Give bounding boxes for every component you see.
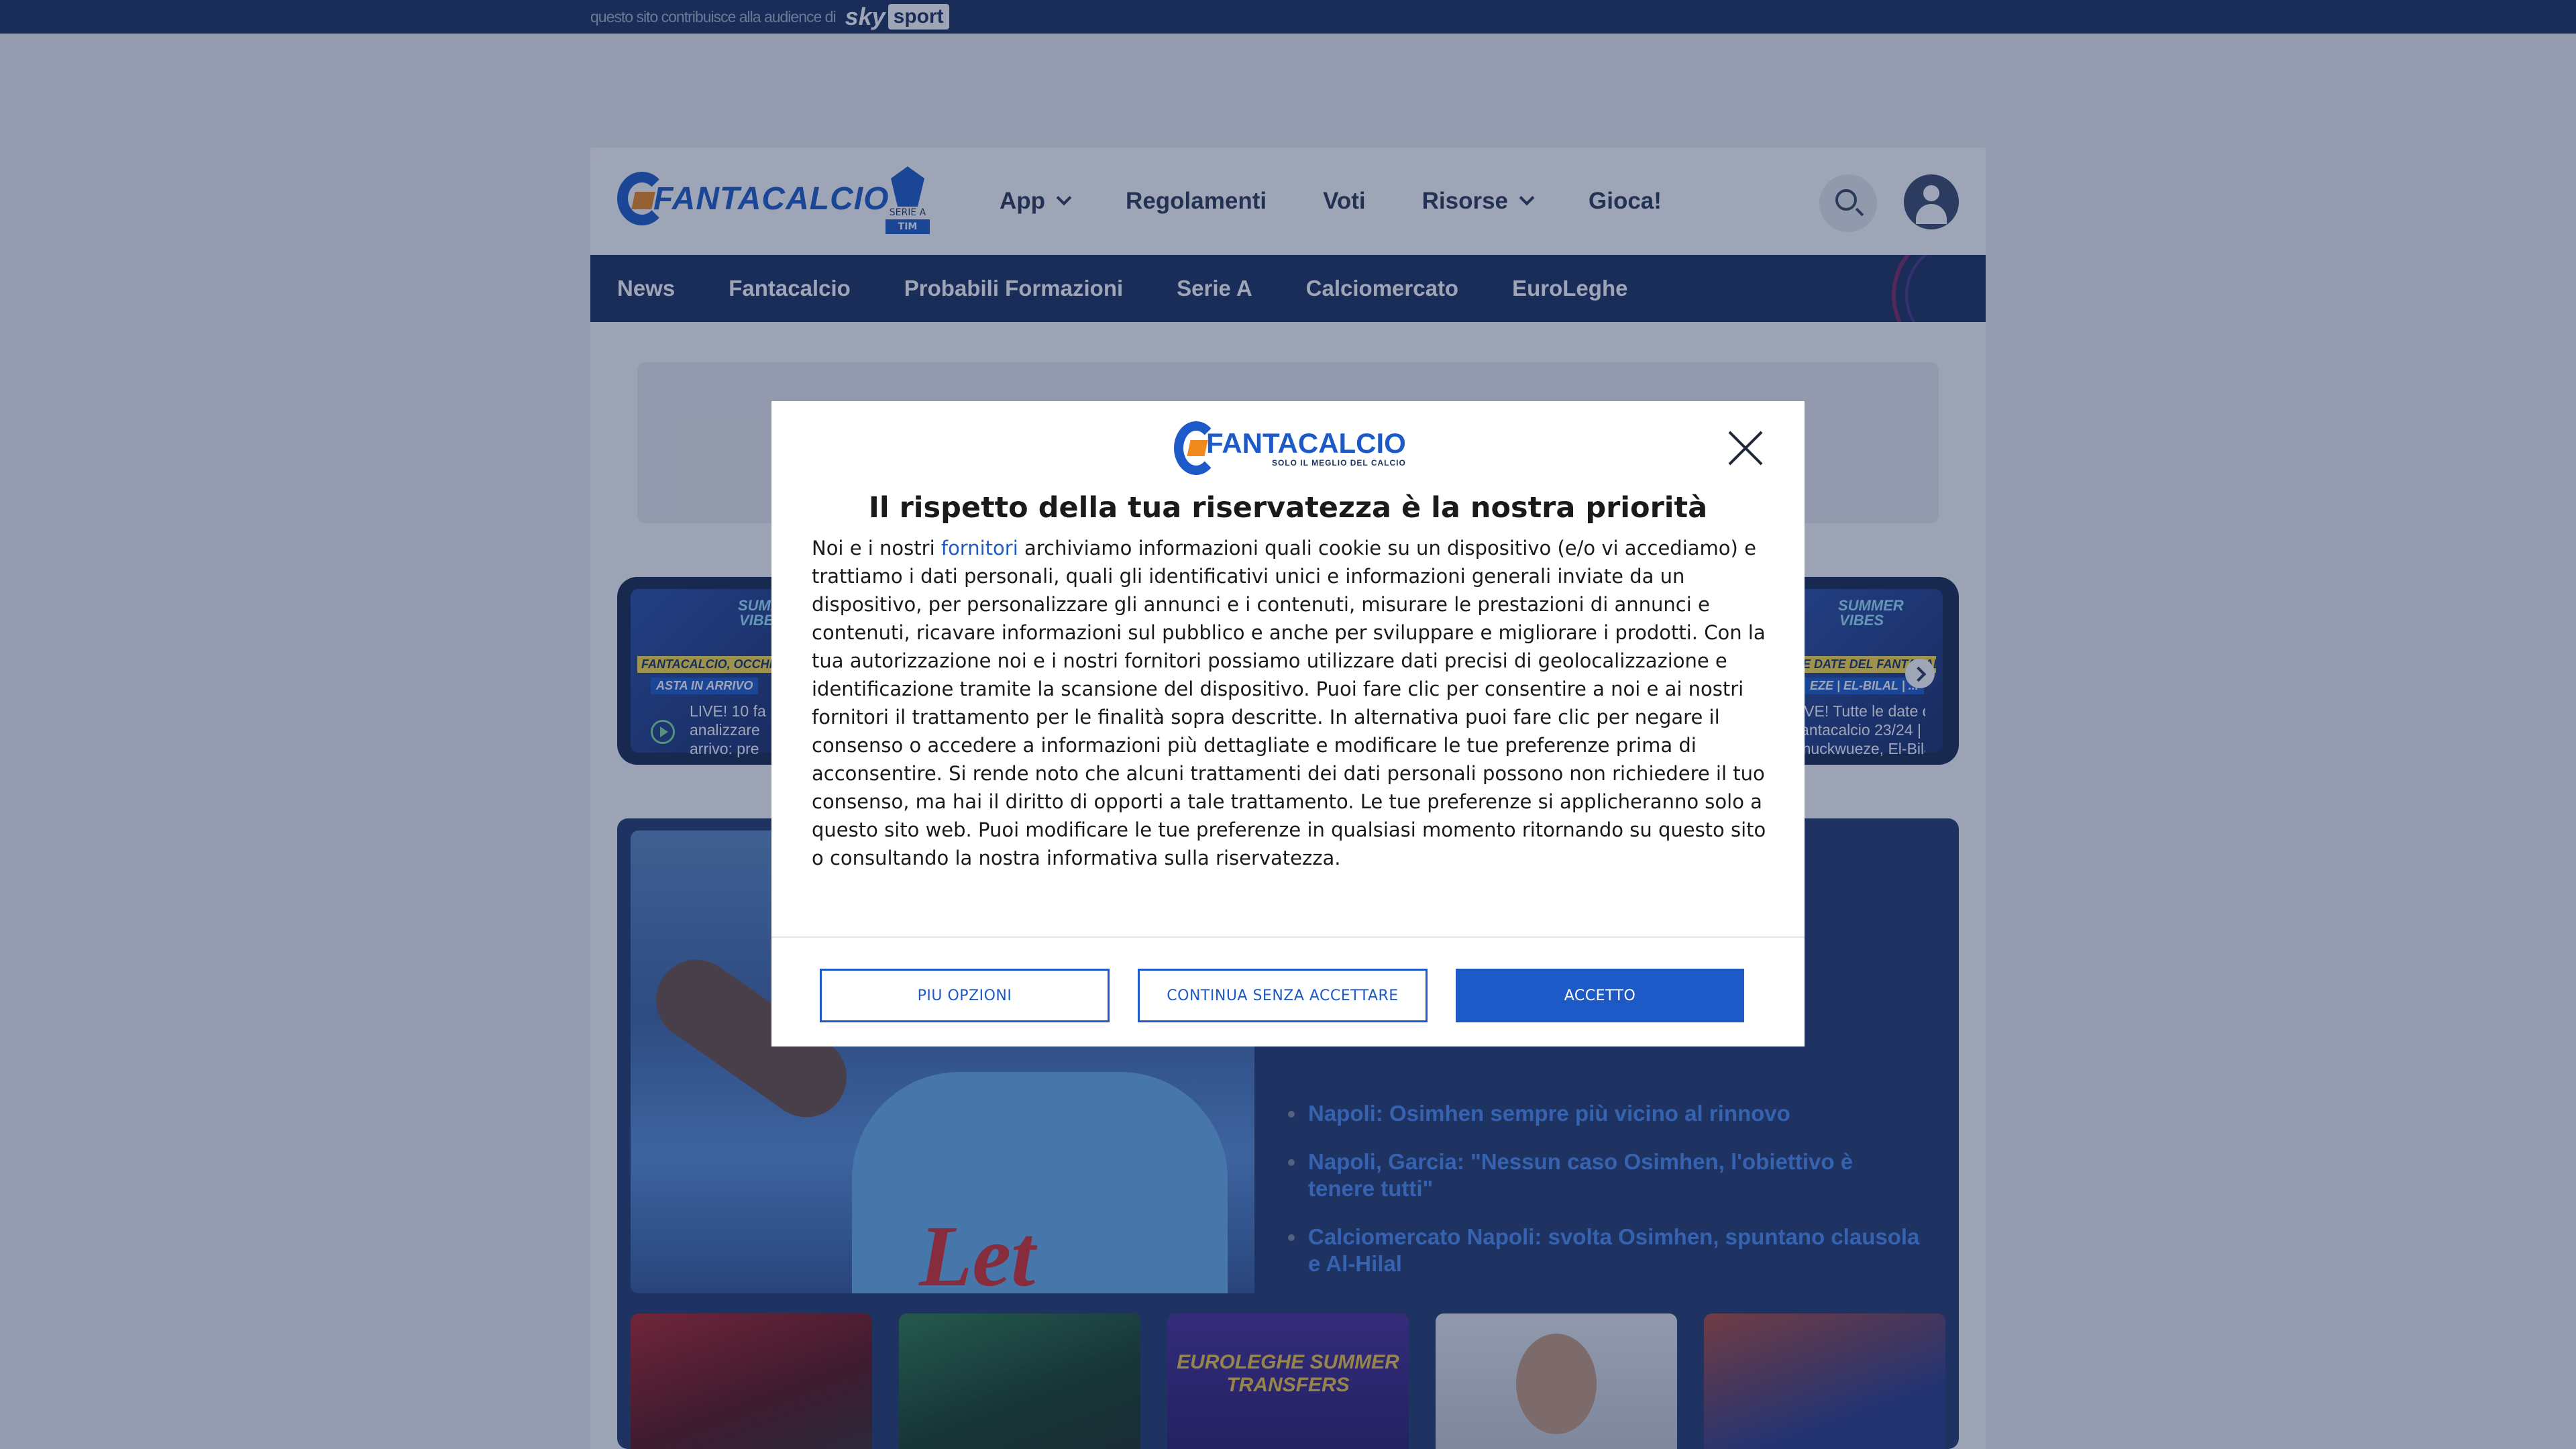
accept-button[interactable]: ACCETTO [1456,969,1744,1022]
continue-without-accepting-button[interactable]: CONTINUA SENZA ACCETTARE [1138,969,1428,1022]
consent-logo-wordmark: FANTACALCIO [1206,427,1406,459]
dialog-divider [771,936,1805,938]
consent-logo-tagline: SOLO IL MEGLIO DEL CALCIO [1271,458,1406,468]
consent-text: Noi e i nostri [812,537,941,559]
vendors-link[interactable]: fornitori [941,537,1018,559]
consent-text: archiviamo informazioni quali cookie su … [812,537,1766,869]
close-icon[interactable] [1721,424,1770,472]
more-options-button[interactable]: PIU OPZIONI [820,969,1110,1022]
consent-logo: FANTACALCIO SOLO IL MEGLIO DEL CALCIO [1174,420,1406,476]
consent-dialog: FANTACALCIO SOLO IL MEGLIO DEL CALCIO Il… [771,401,1805,1046]
consent-body: Noi e i nostri fornitori archiviamo info… [812,534,1770,872]
consent-title: Il rispetto della tua riservatezza è la … [868,491,1708,525]
logo-mark-icon [1174,421,1218,475]
